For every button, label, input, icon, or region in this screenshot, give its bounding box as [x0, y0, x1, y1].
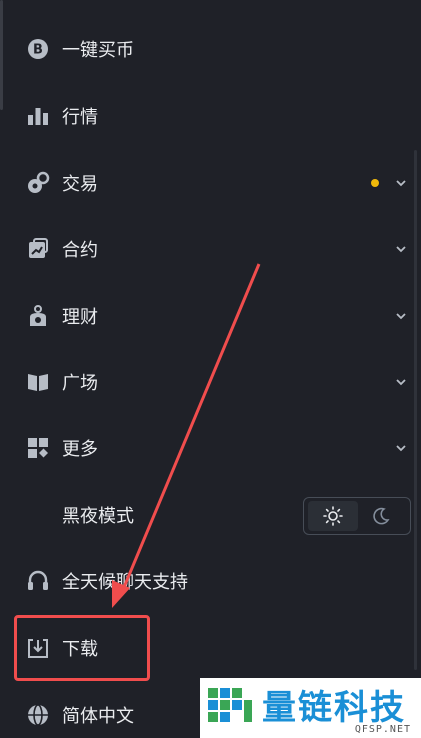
- menu-item-markets[interactable]: 行情: [0, 83, 421, 149]
- theme-option-light[interactable]: [308, 501, 358, 531]
- watermark-logo: [208, 688, 252, 722]
- chevron-down-icon[interactable]: [395, 442, 407, 454]
- menu-item-label: 理财: [62, 307, 98, 328]
- watermark-subtitle: QFSP.NET: [354, 724, 411, 735]
- chevron-down-icon[interactable]: [395, 243, 407, 255]
- download-icon: [28, 639, 48, 658]
- book-icon: [28, 374, 48, 391]
- svg-text:B: B: [33, 43, 43, 58]
- chevron-down-icon[interactable]: [395, 310, 407, 322]
- watermark-title: 量链科技: [262, 688, 406, 728]
- menu-item-label: 交易: [62, 174, 98, 195]
- theme-option-dark[interactable]: [356, 501, 406, 531]
- sun-icon: [323, 506, 343, 526]
- bar-chart-icon: [28, 108, 48, 125]
- headset-icon: [28, 570, 48, 590]
- more-grid-icon: [28, 438, 48, 458]
- menu-item-square[interactable]: 广场: [0, 349, 421, 415]
- menu-item-label: 行情: [62, 107, 98, 128]
- menu-item-contract[interactable]: 合约: [0, 216, 421, 282]
- menu-item-trade[interactable]: 交易: [0, 150, 421, 216]
- chevron-down-icon[interactable]: [395, 376, 407, 388]
- menu-item-label: 全天候聊天支持: [62, 572, 188, 593]
- menu-item-label: 简体中文: [62, 706, 134, 727]
- chevron-down-icon[interactable]: [395, 177, 407, 189]
- side-menu-screen: B 一键买币 行情 交易 合约 理财 广场 更多 黑夜模式 全天候聊天支持 下载…: [0, 0, 421, 738]
- contract-icon: [29, 238, 48, 258]
- moon-icon: [373, 507, 390, 525]
- menu-item-more[interactable]: 更多: [0, 415, 421, 481]
- menu-item-label: 广场: [62, 373, 98, 394]
- finance-icon: [30, 305, 46, 326]
- menu-item-label: 合约: [62, 240, 98, 261]
- menu-item-download[interactable]: 下载: [0, 615, 421, 681]
- menu-item-finance[interactable]: 理财: [0, 283, 421, 349]
- watermark: 量链科技 QFSP.NET: [200, 678, 421, 738]
- menu-item-label: 更多: [62, 439, 98, 460]
- menu-item-buy-crypto[interactable]: B 一键买币: [0, 16, 421, 82]
- menu-item-label: 下载: [62, 639, 98, 660]
- globe-icon: [28, 704, 48, 726]
- menu-item-label: 黑夜模式: [62, 506, 134, 527]
- notification-dot: [371, 179, 379, 187]
- bitcoin-icon: B: [28, 39, 48, 59]
- trade-icon: [28, 171, 50, 193]
- menu-item-label: 一键买币: [62, 40, 134, 61]
- menu-item-support[interactable]: 全天候聊天支持: [0, 548, 421, 614]
- theme-toggle[interactable]: [303, 497, 411, 535]
